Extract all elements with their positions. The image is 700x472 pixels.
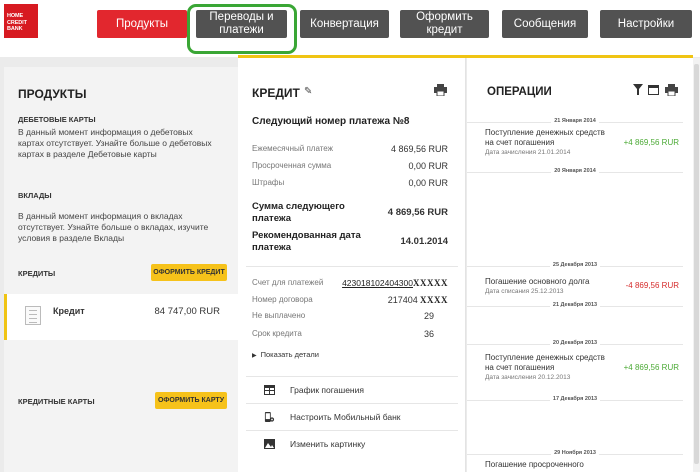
- printer-icon[interactable]: [434, 84, 447, 96]
- term-value: 36: [423, 329, 434, 339]
- deposits-text: В данный момент информация о вкладах отс…: [18, 211, 209, 243]
- order-card-button[interactable]: ОФОРМИТЬ КАРТУ: [155, 392, 227, 409]
- account-mask: XXXXX: [413, 278, 448, 288]
- operations-toolbar: [633, 84, 678, 96]
- contract-number: 217404: [387, 295, 418, 305]
- nav-products-button[interactable]: Продукты: [97, 10, 187, 38]
- nav-highlight-outline: [187, 4, 297, 54]
- operation-item[interactable]: Погашение просроченного: [485, 460, 681, 470]
- operation-sum: +4 869,56 RUR: [623, 138, 679, 147]
- triangle-right-icon: ▶: [252, 353, 257, 359]
- image-icon: [264, 439, 275, 449]
- credit-item-label: Кредит: [53, 306, 85, 316]
- date-separator: 21 Декабря 2013: [467, 298, 683, 308]
- credits-heading: КРЕДИТЫ: [18, 269, 56, 278]
- next-sum-label: Сумма следующего платежа: [252, 201, 345, 224]
- mobile-settings-icon: [264, 412, 275, 422]
- rec-date-row: Рекомендованная дата платежа 14.01.2014: [252, 230, 448, 254]
- date-separator: 20 Декабря 2013: [467, 336, 683, 346]
- calendar-icon[interactable]: [648, 85, 659, 95]
- next-payment-number: Следующий номер платежа №8: [252, 116, 410, 127]
- operation-date: Дата зачисления 21.01.2014: [485, 149, 571, 156]
- overdue-row: Просроченная сумма 0,00 RUR: [252, 161, 448, 171]
- rec-date-value: 14.01.2014: [400, 236, 448, 247]
- rec-date-label: Рекомендованная дата платежа: [252, 230, 361, 253]
- operation-date: Дата зачисления 20.12.2013: [485, 374, 571, 381]
- mobile-bank-settings-item[interactable]: Настроить Мобильный банк: [246, 403, 458, 429]
- fines-row: Штрафы 0,00 RUR: [252, 178, 448, 188]
- operation-name: Погашение просроченного: [485, 460, 584, 469]
- fines-label: Штрафы: [252, 178, 285, 187]
- nav-order-credit-button[interactable]: Оформить кредит: [400, 10, 489, 38]
- credit-product-item[interactable]: Кредит 84 747,00 RUR: [4, 294, 240, 340]
- overdue-value: 0,00 RUR: [408, 161, 448, 171]
- operation-item[interactable]: Поступление денежных средств на счет пог…: [485, 128, 681, 156]
- operation-name: Погашение основного долга: [485, 277, 590, 286]
- payment-schedule-item[interactable]: График погашения: [246, 376, 458, 402]
- mobile-bank-settings-label: Настроить Мобильный банк: [290, 412, 401, 422]
- operation-item[interactable]: Погашение основного долга Дата списания …: [485, 277, 681, 295]
- divider: [246, 266, 458, 267]
- payment-schedule-label: График погашения: [290, 385, 364, 395]
- operation-sum: +4 869,56 RUR: [623, 363, 679, 372]
- bank-logo[interactable]: HOME CREDIT BANK: [4, 4, 38, 38]
- nav-conversion-button[interactable]: Конвертация: [300, 10, 389, 38]
- filter-icon[interactable]: [633, 84, 643, 95]
- contract-label: Номер договора: [252, 295, 313, 304]
- nav-messages-button[interactable]: Сообщения: [502, 10, 588, 38]
- operation-item[interactable]: Поступление денежных средств на счет пог…: [485, 353, 681, 381]
- nav-settings-button[interactable]: Настройки: [600, 10, 692, 38]
- table-icon: [264, 385, 275, 395]
- term-label: Срок кредита: [252, 329, 302, 338]
- top-navigation: HOME CREDIT BANK Продукты Переводы и пла…: [0, 0, 700, 57]
- page-scrollbar[interactable]: [693, 58, 700, 472]
- debit-cards-heading: ДЕБЕТОВЫЕ КАРТЫ: [18, 115, 96, 124]
- change-picture-item[interactable]: Изменить картинку: [246, 430, 458, 456]
- change-picture-label: Изменить картинку: [290, 439, 366, 449]
- credit-title: КРЕДИТ: [252, 86, 300, 100]
- operation-name: Поступление денежных средств на счет пог…: [485, 353, 605, 372]
- order-credit-button[interactable]: ОФОРМИТЬ КРЕДИТ: [151, 264, 227, 281]
- operation-name: Поступление денежных средств на счет пог…: [485, 128, 605, 147]
- document-icon: [25, 306, 41, 325]
- date-separator: 25 Декабря 2013: [467, 258, 683, 268]
- date-separator: 20 Января 2014: [467, 164, 683, 174]
- date-separator: 29 Ноября 2013: [467, 446, 683, 456]
- monthly-payment-label: Ежемесячный платеж: [252, 144, 334, 153]
- monthly-payment-value: 4 869,56 RUR: [390, 144, 448, 154]
- operations-title: ОПЕРАЦИИ: [487, 86, 552, 98]
- operation-sum: -4 869,56 RUR: [625, 281, 679, 290]
- date-separator: 21 Января 2014: [467, 114, 683, 124]
- fines-value: 0,00 RUR: [408, 178, 448, 188]
- next-sum-value: 4 869,56 RUR: [387, 207, 448, 218]
- date-separator: 17 Декабря 2013: [467, 392, 683, 402]
- credit-item-amount: 84 747,00 RUR: [154, 306, 220, 317]
- deposits-heading: ВКЛАДЫ: [18, 191, 52, 200]
- unpaid-row: Не выплачено 29: [252, 311, 448, 321]
- scrollbar-thumb[interactable]: [694, 64, 699, 464]
- term-row: Срок кредита 36: [252, 329, 448, 339]
- account-row: Счет для платежей 423018102404300XXXXX: [252, 278, 448, 288]
- monthly-payment-row: Ежемесячный платеж 4 869,56 RUR: [252, 144, 448, 154]
- logo-line-3: BANK: [7, 26, 23, 32]
- contract-row: Номер договора 217404 XXXX: [252, 295, 448, 305]
- debit-cards-text: В данный момент информация о дебетовых к…: [18, 127, 212, 159]
- next-sum-row: Сумма следующего платежа 4 869,56 RUR: [252, 201, 448, 225]
- show-details-toggle[interactable]: ▶ Показать детали: [252, 350, 319, 359]
- credit-cards-heading: КРЕДИТНЫЕ КАРТЫ: [18, 397, 95, 406]
- unpaid-label: Не выплачено: [252, 311, 306, 320]
- products-title: ПРОДУКТЫ: [18, 87, 87, 101]
- credit-panel: КРЕДИТ ✎ Следующий номер платежа №8 Ежем…: [238, 58, 466, 472]
- contract-mask: XXXX: [420, 295, 448, 305]
- printer-icon[interactable]: [665, 84, 678, 96]
- products-panel: ПРОДУКТЫ ДЕБЕТОВЫЕ КАРТЫ В данный момент…: [4, 67, 240, 472]
- unpaid-value: 29: [423, 311, 434, 321]
- show-details-label: Показать детали: [260, 350, 319, 359]
- operations-panel: ОПЕРАЦИИ 21 Января 2014 Поступление дене…: [467, 58, 693, 472]
- pencil-icon[interactable]: ✎: [304, 86, 312, 97]
- account-label: Счет для платежей: [252, 278, 324, 287]
- account-number-link[interactable]: 423018102404300: [342, 278, 413, 288]
- overdue-label: Просроченная сумма: [252, 161, 332, 170]
